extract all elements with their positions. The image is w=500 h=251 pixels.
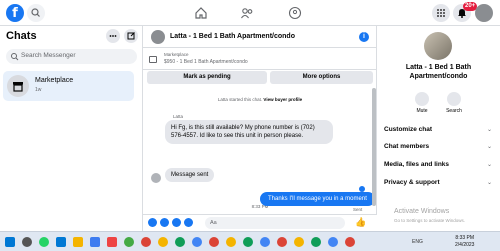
new-message-button[interactable] — [124, 29, 138, 43]
chat-scrollbar[interactable] — [372, 88, 376, 206]
chrome-icon[interactable] — [345, 237, 355, 247]
options-button[interactable] — [106, 29, 120, 43]
search-messenger-input[interactable]: Search Messenger — [6, 49, 137, 64]
message-input[interactable]: Aa — [205, 217, 345, 229]
listing-price-title: $950 - 1 Bed 1 Bath Apartment/condo — [164, 59, 248, 65]
search-placeholder: Search Messenger — [21, 52, 76, 59]
message-placeholder: Aa — [210, 219, 217, 226]
conversation-name: Marketplace — [35, 77, 74, 84]
chrome-icon[interactable] — [328, 237, 338, 247]
app-icon[interactable] — [107, 237, 117, 247]
started-text: Latta started this chat. — [217, 97, 263, 102]
chevron-down-icon: ⌄ — [487, 127, 493, 133]
sent-status: Sent — [353, 207, 363, 212]
chrome-icon[interactable] — [243, 237, 253, 247]
chrome-icon[interactable] — [158, 237, 168, 247]
clock-time: 8:33 PM — [455, 235, 475, 241]
system-tray-language[interactable]: ENG — [412, 239, 423, 245]
customize-chat-item[interactable]: Customize chat — [384, 126, 432, 133]
whatsapp-icon[interactable] — [39, 237, 49, 247]
activate-windows-watermark: Activate Windows — [394, 208, 450, 215]
taskbar-clock[interactable]: 8:33 PM 2/4/2023 — [455, 235, 474, 249]
chrome-icon[interactable] — [277, 237, 287, 247]
menu-button[interactable] — [432, 4, 450, 22]
incoming-message: Message sent — [165, 168, 215, 182]
search-icon — [447, 92, 461, 106]
app-icon[interactable] — [56, 237, 66, 247]
view-buyer-profile-link[interactable]: View buyer profile — [263, 97, 302, 102]
shop-icon — [13, 82, 23, 92]
mute-label: Mute — [416, 108, 428, 114]
windows-start-icon[interactable] — [5, 237, 15, 247]
compose-icon — [127, 32, 135, 40]
chat-panel: Latta - 1 Bed 1 Bath Apartment/condo i M… — [143, 26, 377, 231]
marketplace-icon — [149, 56, 157, 63]
chats-sidebar: Chats Search Messenger Marketplace 1w — [0, 26, 143, 231]
grid-icon — [437, 9, 445, 17]
conversation-item[interactable]: Marketplace 1w — [3, 71, 134, 101]
media-files-links-item[interactable]: Media, files and links — [384, 161, 449, 168]
chrome-icon[interactable] — [124, 237, 134, 247]
mute-button[interactable]: Mute — [407, 92, 437, 114]
sender-avatar — [151, 173, 161, 183]
chrome-icon[interactable] — [294, 237, 304, 247]
outgoing-message: Thanks I'll message you in a moment — [260, 192, 375, 206]
sticker-icon[interactable] — [172, 218, 181, 227]
search-icon[interactable] — [22, 237, 32, 247]
info-icon[interactable]: i — [359, 32, 369, 42]
incoming-message: Hi Fg, is this still available? My phone… — [165, 120, 333, 144]
windows-taskbar: ENG 8:33 PM 2/4/2023 — [0, 231, 500, 251]
chrome-icon[interactable] — [226, 237, 236, 247]
chat-members-item[interactable]: Chat members — [384, 143, 429, 150]
conversation-info-panel: Latta - 1 Bed 1 Bath Apartment/condo Mut… — [377, 26, 500, 231]
message-composer: Aa 👍 — [143, 214, 377, 231]
privacy-support-item[interactable]: Privacy & support — [384, 179, 440, 186]
plus-icon[interactable] — [148, 218, 157, 227]
chrome-icon[interactable] — [141, 237, 151, 247]
chrome-icon[interactable] — [260, 237, 270, 247]
marketplace-listing-bar[interactable]: Marketplace $950 - 1 Bed 1 Bath Apartmen… — [143, 48, 377, 70]
chevron-down-icon: ⌄ — [487, 144, 493, 150]
search-icon — [11, 53, 19, 61]
chevron-down-icon: ⌄ — [487, 162, 493, 168]
chrome-icon[interactable] — [311, 237, 321, 247]
thumbs-up-icon[interactable]: 👍 — [355, 217, 366, 228]
chrome-icon[interactable] — [175, 237, 185, 247]
mark-as-pending-button[interactable]: Mark as pending — [147, 71, 267, 84]
home-icon[interactable] — [193, 5, 209, 21]
file-explorer-icon[interactable] — [73, 237, 83, 247]
facebook-logo[interactable]: f — [6, 4, 24, 22]
more-icon — [109, 35, 117, 37]
conversation-time: 1w — [35, 87, 42, 93]
marketplace-avatar — [7, 75, 29, 97]
marketplace-label: Marketplace — [164, 52, 189, 57]
chrome-icon[interactable] — [209, 237, 219, 247]
listing-image — [424, 32, 452, 60]
image-icon[interactable] — [160, 218, 169, 227]
search-conversation-button[interactable]: Search — [439, 92, 469, 114]
chat-title[interactable]: Latta - 1 Bed 1 Bath Apartment/condo — [170, 33, 295, 40]
chat-started-notice: Latta started this chat. View buyer prof… — [143, 97, 377, 102]
sender-name: Latta — [173, 114, 184, 119]
profile-avatar[interactable] — [475, 4, 493, 22]
clock-date: 2/4/2023 — [455, 242, 475, 248]
app-icon[interactable] — [90, 237, 100, 247]
search-icon — [31, 8, 40, 17]
gif-icon[interactable] — [184, 218, 193, 227]
info-title: Latta - 1 Bed 1 Bath Apartment/condo — [405, 64, 472, 80]
top-bar: f 20+ — [0, 0, 500, 26]
bell-icon — [415, 92, 429, 106]
groups-icon[interactable] — [287, 5, 303, 21]
chat-header: Latta - 1 Bed 1 Bath Apartment/condo i — [143, 26, 377, 48]
friends-icon[interactable] — [239, 5, 255, 21]
chrome-icon[interactable] — [192, 237, 202, 247]
more-options-button[interactable]: More options — [270, 71, 373, 84]
chevron-down-icon: ⌄ — [487, 180, 493, 186]
chats-title: Chats — [6, 30, 37, 42]
search-label: Search — [446, 108, 462, 114]
contact-avatar[interactable] — [151, 30, 165, 44]
search-button[interactable] — [27, 4, 45, 22]
activate-windows-subtext: Go to Settings to activate Windows. — [394, 218, 466, 223]
